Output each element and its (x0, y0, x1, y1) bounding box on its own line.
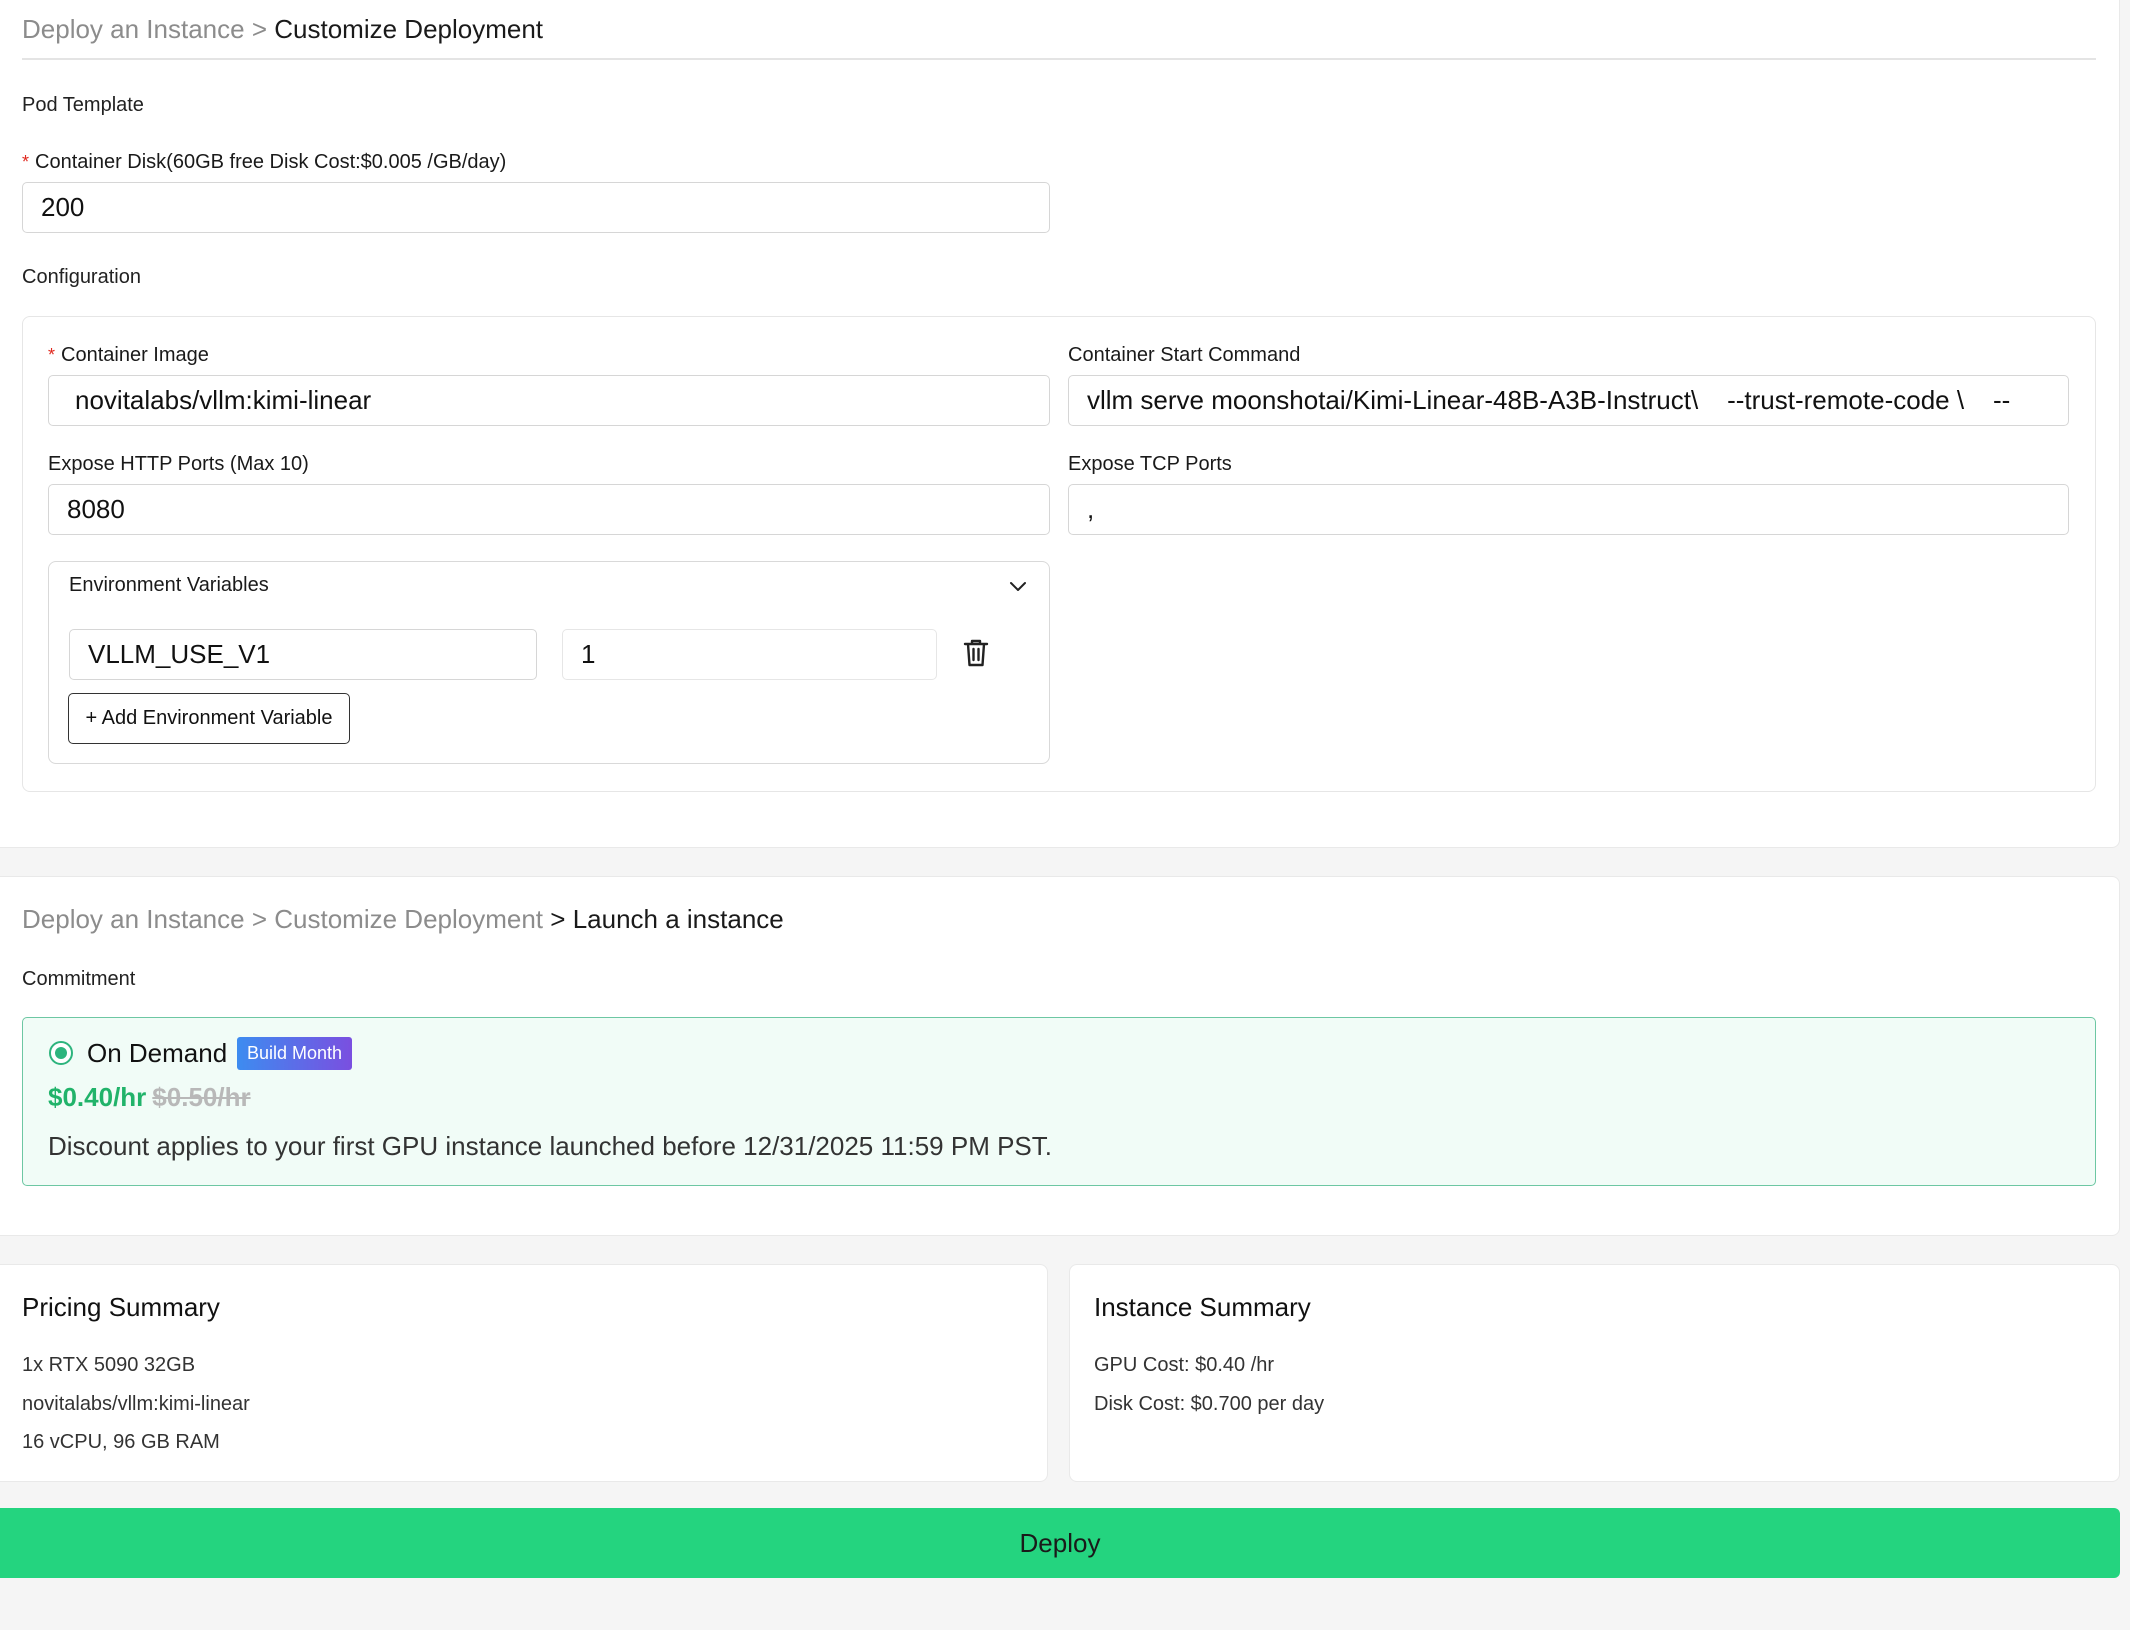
breadcrumb-deploy-instance[interactable]: Deploy an Instance (22, 904, 245, 934)
trash-icon[interactable] (963, 638, 989, 668)
launch-breadcrumb: Deploy an Instance > Customize Deploymen… (22, 904, 784, 935)
breadcrumb-separator: > (251, 14, 268, 44)
container-image-input[interactable]: novitalabs/vllm:kimi-linear (48, 375, 1050, 426)
breadcrumb-separator: > (251, 904, 268, 934)
price-row: $0.40/hr $0.50/hr (48, 1082, 251, 1113)
env-var-value-input[interactable]: 1 (562, 629, 937, 680)
tcp-ports-input[interactable]: , (1068, 484, 2069, 535)
breadcrumb-customize-deployment: Customize Deployment (274, 14, 544, 44)
configuration-label: Configuration (22, 266, 141, 288)
container-start-command-input[interactable]: vllm serve moonshotai/Kimi-Linear-48B-A3… (1068, 375, 2069, 426)
expose-tcp-ports-label: Expose TCP Ports (1068, 453, 1232, 475)
header-divider (22, 58, 2096, 60)
breadcrumb-deploy-instance[interactable]: Deploy an Instance (22, 14, 245, 44)
build-month-badge: Build Month (237, 1037, 353, 1070)
disk-cost: Disk Cost: $0.700 per day (1094, 1393, 1325, 1415)
pod-template-label: Pod Template (22, 94, 144, 116)
original-price: $0.50/hr (152, 1082, 251, 1112)
breadcrumb-customize-deployment[interactable]: Customize Deployment (274, 904, 543, 934)
gpu-cost: GPU Cost: $0.40 /hr (1094, 1354, 1275, 1376)
required-marker: * (22, 152, 30, 172)
discount-note: Discount applies to your first GPU insta… (48, 1131, 1052, 1161)
env-var-key-input[interactable]: VLLM_USE_V1 (69, 629, 537, 680)
http-ports-input[interactable]: 8080 (48, 484, 1050, 535)
summary-image: novitalabs/vllm:kimi-linear (22, 1393, 250, 1415)
summary-cpu-ram: 16 vCPU, 96 GB RAM (22, 1431, 220, 1453)
instance-summary-title: Instance Summary (1094, 1292, 1311, 1322)
add-environment-variable-button[interactable]: + Add Environment Variable (68, 693, 350, 744)
discounted-price: $0.40/hr (48, 1082, 147, 1112)
breadcrumb: Deploy an Instance > Customize Deploymen… (22, 14, 543, 45)
environment-variables-title[interactable]: Environment Variables (69, 574, 269, 597)
deploy-button[interactable]: Deploy (0, 1508, 2120, 1578)
required-marker: * (48, 345, 56, 365)
on-demand-title: On Demand (87, 1038, 228, 1068)
container-disk-label: * Container Disk(60GB free Disk Cost:$0.0… (22, 151, 507, 173)
on-demand-radio[interactable] (49, 1041, 73, 1065)
commitment-label: Commitment (22, 968, 136, 990)
expose-http-ports-label: Expose HTTP Ports (Max 10) (48, 453, 309, 475)
breadcrumb-separator: > (550, 904, 566, 934)
container-start-command-label: Container Start Command (1068, 344, 1301, 366)
breadcrumb-launch-instance: Launch a instance (572, 904, 784, 934)
chevron-down-icon[interactable] (1007, 576, 1029, 598)
summary-gpu: 1x RTX 5090 32GB (22, 1354, 196, 1376)
container-disk-input[interactable]: 200 (22, 182, 1050, 233)
pricing-summary-title: Pricing Summary (22, 1292, 220, 1322)
container-image-label: * Container Image (48, 344, 209, 366)
